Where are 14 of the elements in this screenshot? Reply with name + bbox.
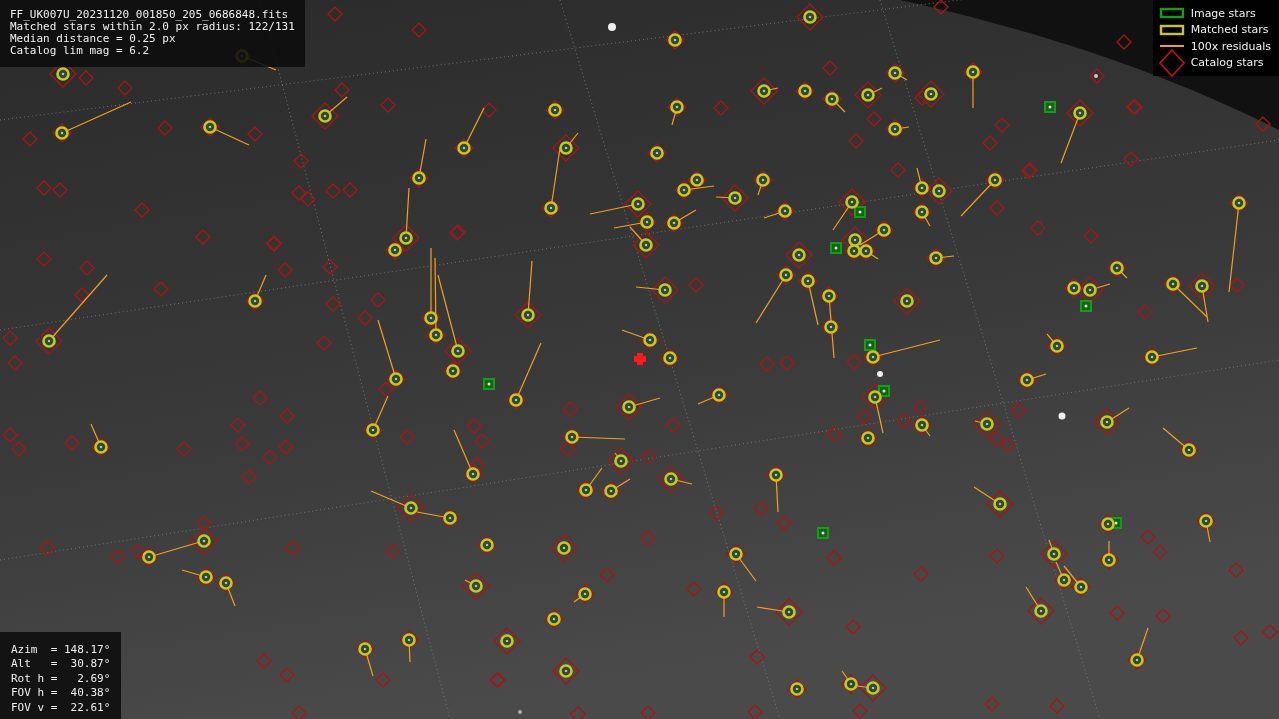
info-text: Matched stars within 2.0 px radius: 122/131 bbox=[10, 21, 295, 33]
legend-label: Catalog stars bbox=[1190, 56, 1264, 70]
legend-label: 100x residuals bbox=[1190, 39, 1271, 53]
pointing-text: Rot h = 2.69° bbox=[11, 671, 111, 686]
pointing-text: FOV h = 40.38° bbox=[11, 686, 111, 701]
info-text: Catalog lim mag = 6.2 bbox=[10, 45, 151, 57]
info-text: FF_UK007U_20231120_001850_205_0686848.fits bbox=[10, 9, 290, 21]
info-text: Median distance = 0.25 px bbox=[10, 33, 177, 45]
legend-label: Image stars bbox=[1190, 6, 1256, 20]
pointing-text: FOV v = 22.61° bbox=[11, 700, 111, 715]
pointing-text: Azim = 148.17° bbox=[11, 642, 111, 657]
plus-marker-icon bbox=[634, 353, 646, 365]
pointing-text: Alt = 30.87° bbox=[11, 657, 111, 672]
legend-label: Matched stars bbox=[1190, 23, 1269, 37]
